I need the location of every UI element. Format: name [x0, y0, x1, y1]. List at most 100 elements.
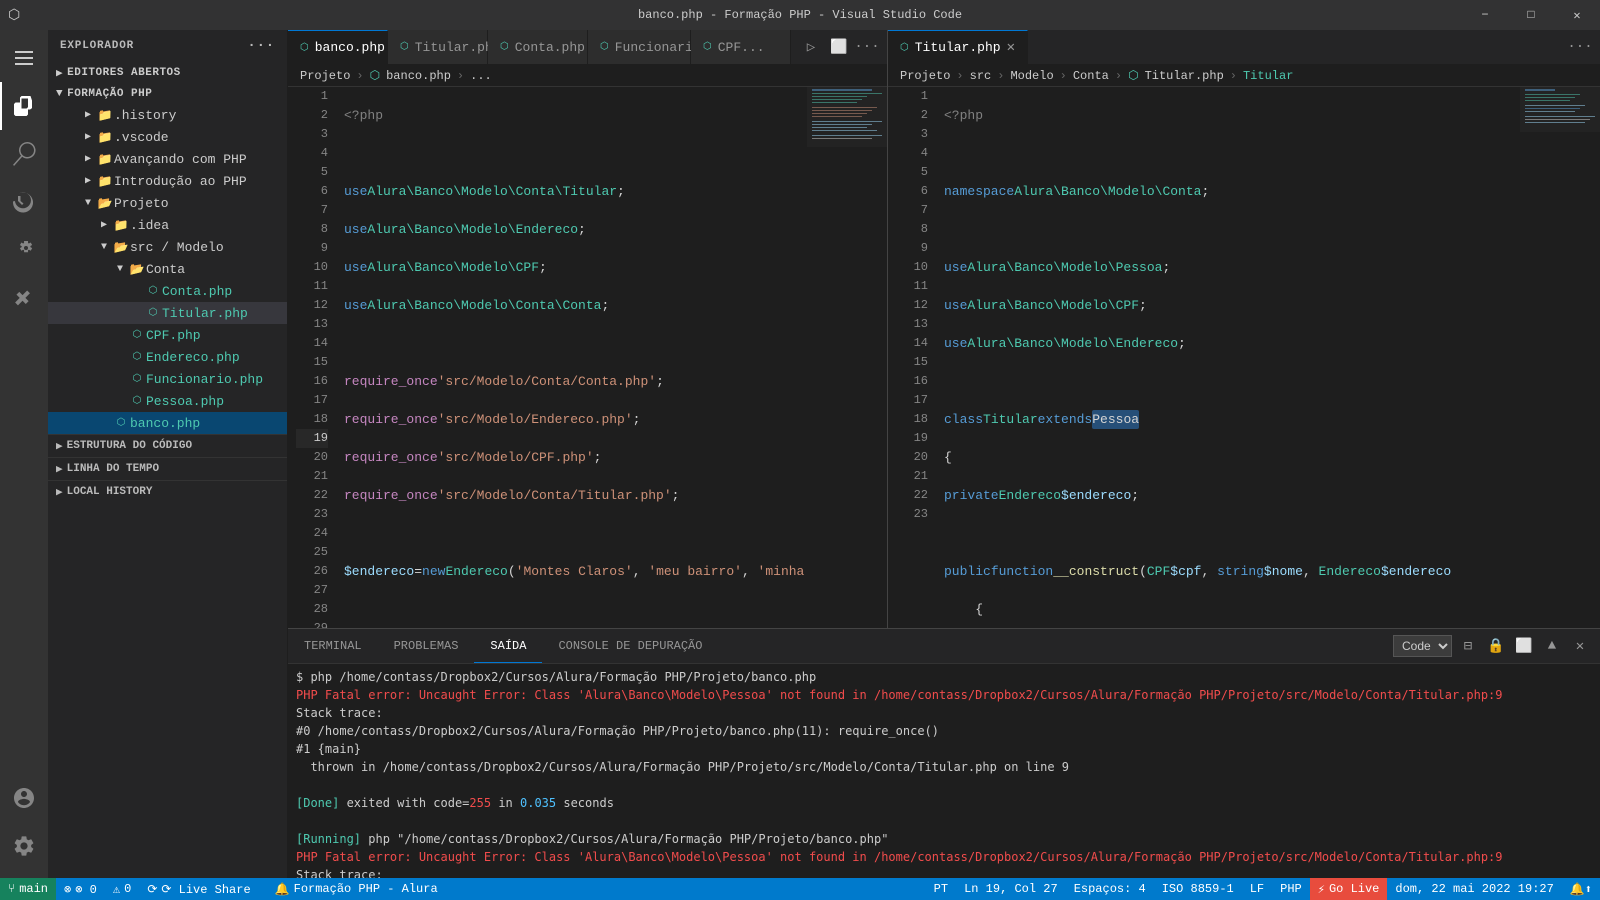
- terminal-actions: Code ⊟ 🔒 ⬜ ▲ ✕: [1385, 629, 1600, 663]
- sidebar-item-titular-php[interactable]: ▶ ⬡ Titular.php: [48, 302, 287, 324]
- search-button[interactable]: [0, 130, 48, 178]
- maximize-button[interactable]: □: [1508, 0, 1554, 30]
- sidebar-item-cpf-php[interactable]: ▶ ⬡ CPF.php: [48, 324, 287, 346]
- chevron-right-icon: ▶: [56, 485, 63, 499]
- window-controls: − □ ✕: [1462, 0, 1600, 30]
- breadcrumb-conta[interactable]: Conta: [1073, 69, 1109, 83]
- warnings-item[interactable]: ⚠ 0: [105, 878, 139, 900]
- system-tray: 🔔⬆: [1562, 878, 1600, 900]
- live-share-item[interactable]: ⟳ ⟳ Live Share: [139, 878, 258, 900]
- tab-close-button[interactable]: ✕: [1007, 39, 1015, 56]
- breadcrumb-sep: ›: [457, 69, 464, 83]
- tab-titular-php[interactable]: ⬡ Titular.php: [388, 30, 488, 64]
- maximize-terminal-button[interactable]: ▲: [1540, 634, 1564, 658]
- settings-button[interactable]: [0, 822, 48, 870]
- clear-output-button[interactable]: ⊟: [1456, 634, 1480, 658]
- breadcrumb-class[interactable]: Titular: [1243, 69, 1293, 83]
- sidebar-item-conta-php[interactable]: ▶ ⬡ Conta.php: [48, 280, 287, 302]
- sidebar-item-endereco-php[interactable]: ▶ ⬡ Endereco.php: [48, 346, 287, 368]
- breadcrumb-projeto-r[interactable]: Projeto: [900, 69, 950, 83]
- sidebar-item-projeto[interactable]: ▼ 📂 Projeto: [48, 192, 287, 214]
- code-line: use Alura\Banco\Modelo\Pessoa;: [944, 258, 1512, 277]
- linha-header[interactable]: ▶ LINHA DO TEMPO: [48, 458, 287, 480]
- sidebar-item-vscode[interactable]: ▶ 📁 .vscode: [48, 126, 287, 148]
- tab-cpf-php[interactable]: ⬡ CPF...: [691, 30, 791, 64]
- php-file-icon: ⬡: [128, 373, 146, 385]
- status-center: 🔔 Formação PHP - Alura: [267, 878, 446, 900]
- terminal-line: PHP Fatal error: Uncaught Error: Class '…: [296, 848, 1592, 866]
- extensions-button[interactable]: [0, 274, 48, 322]
- go-live-item[interactable]: ⚡ Go Live: [1310, 878, 1388, 900]
- code-content-right[interactable]: <?php namespace Alura\Banco\Modelo\Conta…: [936, 87, 1520, 628]
- sidebar-item-idea[interactable]: ▶ 📁 .idea: [48, 214, 287, 236]
- spaces-item[interactable]: Espaços: 4: [1066, 878, 1154, 900]
- open-editors-section[interactable]: ▶ EDITORES ABERTOS: [48, 62, 287, 84]
- explorer-button[interactable]: [0, 82, 48, 130]
- tab-output[interactable]: SAÍDA: [474, 629, 542, 663]
- output-source-select[interactable]: Code: [1393, 635, 1452, 657]
- local-history-header[interactable]: ▶ LOCAL HISTORY: [48, 481, 287, 503]
- terminal-tab-bar: TERMINAL PROBLEMAS SAÍDA CONSOLE DE DEPU…: [288, 629, 1600, 664]
- sidebar-item-banco-php[interactable]: ▶ ⬡ banco.php: [48, 412, 287, 434]
- sidebar-item-history[interactable]: ▶ 📁 .history: [48, 104, 287, 126]
- right-tab-bar: ⬡ Titular.php ✕ ···: [888, 30, 1600, 65]
- debug-button[interactable]: [0, 226, 48, 274]
- sidebar-item-src-modelo[interactable]: ▼ 📂 src / Modelo: [48, 236, 287, 258]
- sidebar-item-pessoa-php[interactable]: ▶ ⬡ Pessoa.php: [48, 390, 287, 412]
- tab-terminal[interactable]: TERMINAL: [288, 629, 378, 663]
- code-content-left[interactable]: <?php use Alura\Banco\Modelo\Conta\Titul…: [336, 87, 807, 628]
- sidebar-item-conta-folder[interactable]: ▼ 📂 Conta: [48, 258, 287, 280]
- formacao-item[interactable]: 🔔 Formação PHP - Alura: [267, 878, 446, 900]
- split-editor-button[interactable]: ⬜: [827, 35, 851, 59]
- sidebar-more-button[interactable]: ···: [247, 38, 275, 54]
- locale-item[interactable]: PT: [926, 878, 956, 900]
- breadcrumb-banco[interactable]: banco.php: [386, 69, 451, 83]
- chevron-right-icon: ▶: [80, 175, 96, 187]
- sidebar-item-avancando[interactable]: ▶ 📁 Avançando com PHP: [48, 148, 287, 170]
- tab-funcionario-php[interactable]: ⬡ Funcionario.php: [588, 30, 691, 64]
- language-item[interactable]: PHP: [1272, 878, 1310, 900]
- title-bar-left: ⬡: [8, 7, 20, 24]
- code-line: require_once 'src/Modelo/CPF.php';: [344, 448, 799, 467]
- tab-debug-console[interactable]: CONSOLE DE DEPURAÇÃO: [542, 629, 718, 663]
- run-button[interactable]: ▷: [799, 35, 823, 59]
- errors-item[interactable]: ⊗ ⊗ 0: [56, 878, 105, 900]
- live-share-icon: ⟳: [147, 882, 157, 897]
- sidebar-item-funcionario-php[interactable]: ▶ ⬡ Funcionario.php: [48, 368, 287, 390]
- line-ending-item[interactable]: LF: [1242, 878, 1272, 900]
- code-line: public function __construct(CPF $cpf, st…: [944, 562, 1512, 581]
- tab-conta-php[interactable]: ⬡ Conta.php: [488, 30, 588, 64]
- project-section[interactable]: ▼ FORMAÇÃO PHP: [48, 84, 287, 104]
- position-item[interactable]: Ln 19, Col 27: [956, 878, 1066, 900]
- more-actions-button[interactable]: ···: [1568, 35, 1592, 59]
- git-branch-item[interactable]: ⑂ main: [0, 878, 56, 900]
- tab-titular-right[interactable]: ⬡ Titular.php ✕: [888, 30, 1028, 64]
- breadcrumb-modelo[interactable]: Modelo: [1010, 69, 1053, 83]
- accounts-button[interactable]: [0, 774, 48, 822]
- lock-output-button[interactable]: 🔒: [1484, 634, 1508, 658]
- tab-problems[interactable]: PROBLEMAS: [378, 629, 475, 663]
- close-terminal-button[interactable]: ✕: [1568, 634, 1592, 658]
- breadcrumb-titular[interactable]: Titular.php: [1145, 69, 1224, 83]
- breadcrumb-icon-r: ⬡: [1128, 68, 1138, 83]
- breadcrumb-projeto[interactable]: Projeto: [300, 69, 350, 83]
- close-button[interactable]: ✕: [1554, 0, 1600, 30]
- encoding-item[interactable]: ISO 8859-1: [1154, 878, 1242, 900]
- terminal-area: TERMINAL PROBLEMAS SAÍDA CONSOLE DE DEPU…: [288, 628, 1600, 878]
- menu-button[interactable]: [0, 34, 48, 82]
- minimize-button[interactable]: −: [1462, 0, 1508, 30]
- tab-banco-php[interactable]: ⬡ banco.php ✕: [288, 30, 388, 64]
- sidebar-item-intro[interactable]: ▶ 📁 Introdução ao PHP: [48, 170, 287, 192]
- estrutura-header[interactable]: ▶ ESTRUTURA DO CÓDIGO: [48, 435, 287, 457]
- minimap-left: [807, 87, 887, 628]
- code-line: use Alura\Banco\Modelo\CPF;: [944, 296, 1512, 315]
- terminal-line: PHP Fatal error: Uncaught Error: Class '…: [296, 686, 1592, 704]
- folder-open-icon: 📂: [96, 196, 114, 211]
- breadcrumb-src[interactable]: src: [970, 69, 992, 83]
- split-terminal-button[interactable]: ⬜: [1512, 634, 1536, 658]
- source-control-button[interactable]: [0, 178, 48, 226]
- more-actions-button[interactable]: ···: [855, 35, 879, 59]
- code-line: {: [944, 448, 1512, 467]
- code-line: class Titular extends Pessoa: [944, 410, 1512, 429]
- terminal-line: Stack trace:: [296, 704, 1592, 722]
